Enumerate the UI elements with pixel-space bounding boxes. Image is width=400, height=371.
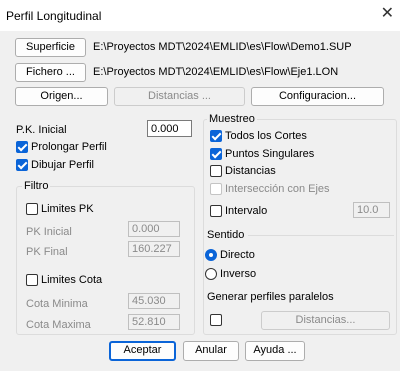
distancias-label: Distancias [225, 165, 276, 177]
interseccion-checkbox[interactable] [210, 183, 222, 195]
distancias-checkbox[interactable] [210, 165, 222, 177]
cota-minima-input[interactable]: 45.030 [128, 293, 180, 309]
limites-cota-label: Limites Cota [41, 274, 103, 286]
superficie-button[interactable]: Superficie [15, 38, 86, 57]
puntos-singulares-label: Puntos Singulares [225, 148, 315, 160]
filtro-pk-final-input[interactable]: 160.227 [128, 241, 180, 257]
fichero-button[interactable]: Fichero ... [15, 63, 86, 82]
cota-maxima-label: Cota Maxima [26, 319, 91, 331]
todos-los-cortes-checkbox[interactable] [210, 130, 222, 142]
paralelos-checkbox[interactable] [210, 314, 222, 326]
inverso-radio[interactable] [205, 268, 217, 280]
prolongar-perfil-checkbox[interactable] [16, 141, 28, 153]
paralelos-distancias-button[interactable]: Distancias... [261, 311, 390, 330]
origen-button[interactable]: Origen... [15, 87, 108, 106]
aceptar-button[interactable]: Aceptar [109, 341, 176, 361]
filtro-title: Filtro [22, 180, 51, 192]
sentido-divider [248, 235, 394, 236]
distancias-button[interactable]: Distancias ... [114, 87, 245, 106]
dibujar-perfil-checkbox[interactable] [16, 159, 28, 171]
fichero-path: E:\Proyectos MDT\2024\EMLID\es\Flow\Eje1… [93, 66, 339, 78]
prolongar-perfil-label: Prolongar Perfil [31, 141, 107, 153]
inverso-label: Inverso [220, 268, 257, 280]
limites-pk-checkbox[interactable] [26, 203, 38, 215]
limites-cota-checkbox[interactable] [26, 274, 38, 286]
intervalo-input[interactable]: 10.0 [353, 202, 390, 218]
anular-button[interactable]: Anular [183, 341, 239, 361]
pk-inicial-input[interactable]: 0.000 [147, 120, 192, 137]
puntos-singulares-checkbox[interactable] [210, 148, 222, 160]
configuracion-button[interactable]: Configuracion... [251, 87, 384, 106]
close-icon[interactable]: ✕ [381, 6, 394, 22]
cota-maxima-input[interactable]: 52.810 [128, 314, 180, 330]
intervalo-checkbox[interactable] [210, 205, 222, 217]
limites-pk-label: Limites PK [41, 203, 94, 215]
paralelos-title: Generar perfiles paralelos [207, 291, 334, 303]
window-title: Perfil Longitudinal [6, 9, 102, 23]
dibujar-perfil-label: Dibujar Perfil [31, 159, 94, 171]
pk-inicial-label: P.K. Inicial [16, 124, 67, 136]
ayuda-button[interactable]: Ayuda ... [245, 341, 305, 361]
filtro-pk-final-label: PK Final [26, 246, 68, 258]
muestreo-title: Muestreo [207, 113, 257, 125]
perfil-longitudinal-dialog: Perfil Longitudinal ✕ Superficie E:\Proy… [0, 0, 400, 371]
cota-minima-label: Cota Minima [26, 298, 88, 310]
todos-los-cortes-label: Todos los Cortes [225, 130, 307, 142]
title-bar: Perfil Longitudinal ✕ [0, 0, 400, 31]
directo-radio[interactable] [205, 249, 217, 261]
intervalo-label: Intervalo [225, 205, 268, 217]
filtro-pk-inicial-label: PK Inicial [26, 226, 72, 238]
directo-label: Directo [220, 249, 255, 261]
interseccion-label: Intersección con Ejes [225, 183, 330, 195]
superficie-path: E:\Proyectos MDT\2024\EMLID\es\Flow\Demo… [93, 41, 352, 53]
filtro-pk-inicial-input[interactable]: 0.000 [128, 221, 180, 237]
sentido-title: Sentido [207, 229, 245, 241]
